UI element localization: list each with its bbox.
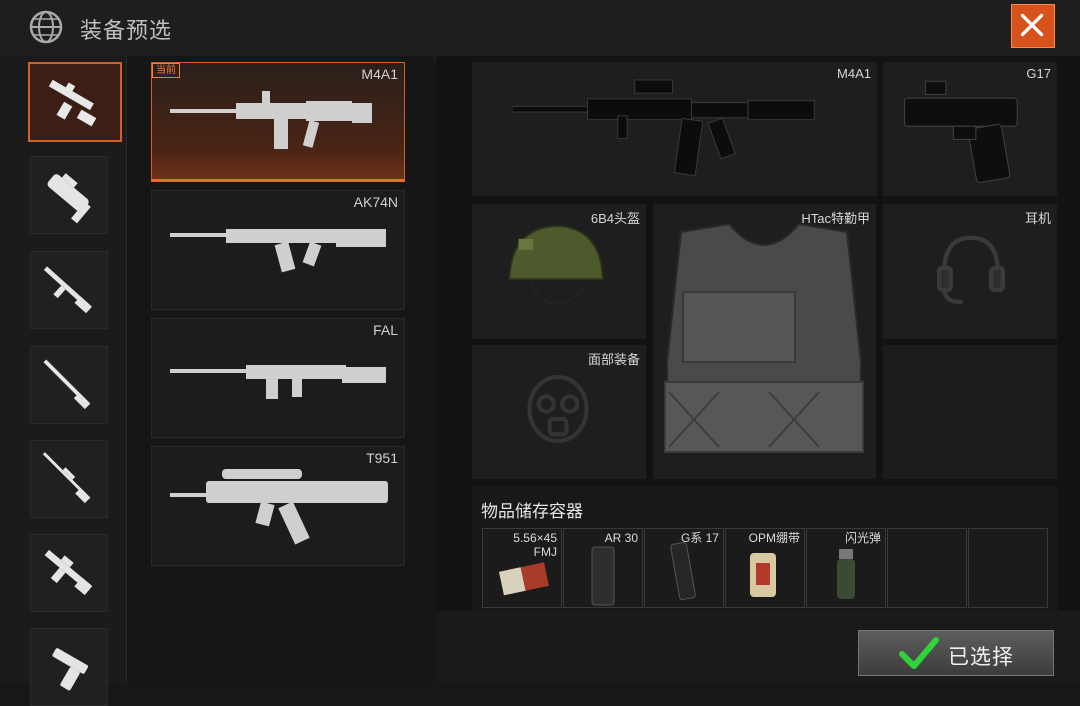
slot-label: 耳机 [1024, 211, 1051, 226]
item-slot-ammo[interactable]: 5.56×45 FMJ [482, 528, 562, 608]
item-slot-pistol-magazine[interactable]: G系 17 [644, 528, 724, 608]
m4a1-rifle-image [170, 91, 372, 149]
weapon-name: AK74N [353, 194, 398, 210]
pistol-icon [52, 648, 88, 691]
armor-slot[interactable]: HTac特勤甲 [653, 204, 876, 479]
category-rifle[interactable] [30, 251, 108, 329]
weapon-name: T951 [366, 450, 398, 466]
close-button[interactable] [1011, 4, 1055, 48]
pistol-magazine-icon [670, 542, 696, 600]
helmet-slot[interactable]: 6B4头盔 [472, 204, 646, 339]
assault-rifle-icon [48, 79, 97, 127]
current-tag: 当前 [152, 63, 180, 78]
shotgun-icon [43, 359, 91, 410]
weapon-card-m4a1[interactable]: 当前 M4A1 [151, 62, 405, 182]
flashbang-icon [837, 549, 855, 599]
lmg-icon [44, 549, 93, 596]
headset-slot[interactable]: 耳机 [883, 204, 1057, 339]
item-slot-bandage[interactable]: OPM绷带 [725, 528, 805, 608]
category-assault-rifle[interactable] [28, 62, 122, 142]
ak74n-rifle-image [170, 229, 386, 273]
fal-rifle-image [170, 365, 386, 399]
category-pistol[interactable] [30, 628, 108, 706]
category-smg[interactable] [30, 156, 108, 234]
ammo-box-icon [498, 562, 549, 596]
item-slot-empty[interactable] [887, 528, 967, 608]
page-title: 装备预选 [80, 18, 173, 43]
storage-title: 物品储存容器 [481, 502, 583, 521]
headset-icon [936, 235, 1006, 304]
item-slot-ar-magazine[interactable]: AR 30 [563, 528, 643, 608]
m4a1-equipped-image [512, 79, 815, 177]
secondary-weapon-slot[interactable]: G17 [883, 62, 1057, 196]
sniper-rifle-icon [42, 452, 91, 504]
slot-label: 面部装备 [587, 352, 640, 367]
item-slot-flashbang[interactable]: 闪光弹 [806, 528, 886, 608]
checkmark-icon [899, 637, 939, 669]
face-gear-slot[interactable]: 面部装备 [472, 345, 646, 479]
magazine-icon [591, 546, 615, 606]
weapon-card-fal[interactable]: FAL [151, 318, 405, 438]
category-lmg[interactable] [30, 534, 108, 612]
item-slot-empty[interactable] [968, 528, 1048, 608]
primary-weapon-slot[interactable]: M4A1 [472, 62, 877, 196]
weapon-card-t951[interactable]: T951 [151, 446, 405, 566]
weapon-card-ak74n[interactable]: AK74N [151, 190, 405, 310]
g17-equipped-image [904, 80, 1018, 184]
armor-vest-image [664, 222, 864, 453]
gas-mask-icon [527, 374, 589, 444]
rifle-icon [43, 266, 92, 314]
close-icon [1020, 13, 1044, 37]
weapon-list: 当前 M4A1 AK74N FAL T951 [127, 56, 434, 683]
weapon-category-sidebar [0, 56, 127, 706]
bandage-icon [750, 553, 776, 597]
category-shotgun[interactable] [30, 346, 108, 424]
weapon-name: M4A1 [361, 66, 398, 82]
smg-icon [47, 173, 91, 224]
empty-slot [883, 345, 1057, 479]
t951-rifle-image [170, 469, 388, 545]
globe-icon [29, 10, 63, 44]
weapon-name: FAL [373, 322, 398, 338]
category-sniper-rifle[interactable] [30, 440, 108, 518]
helmet-image [508, 225, 604, 306]
confirm-button-label: 已选择 [948, 646, 1014, 669]
